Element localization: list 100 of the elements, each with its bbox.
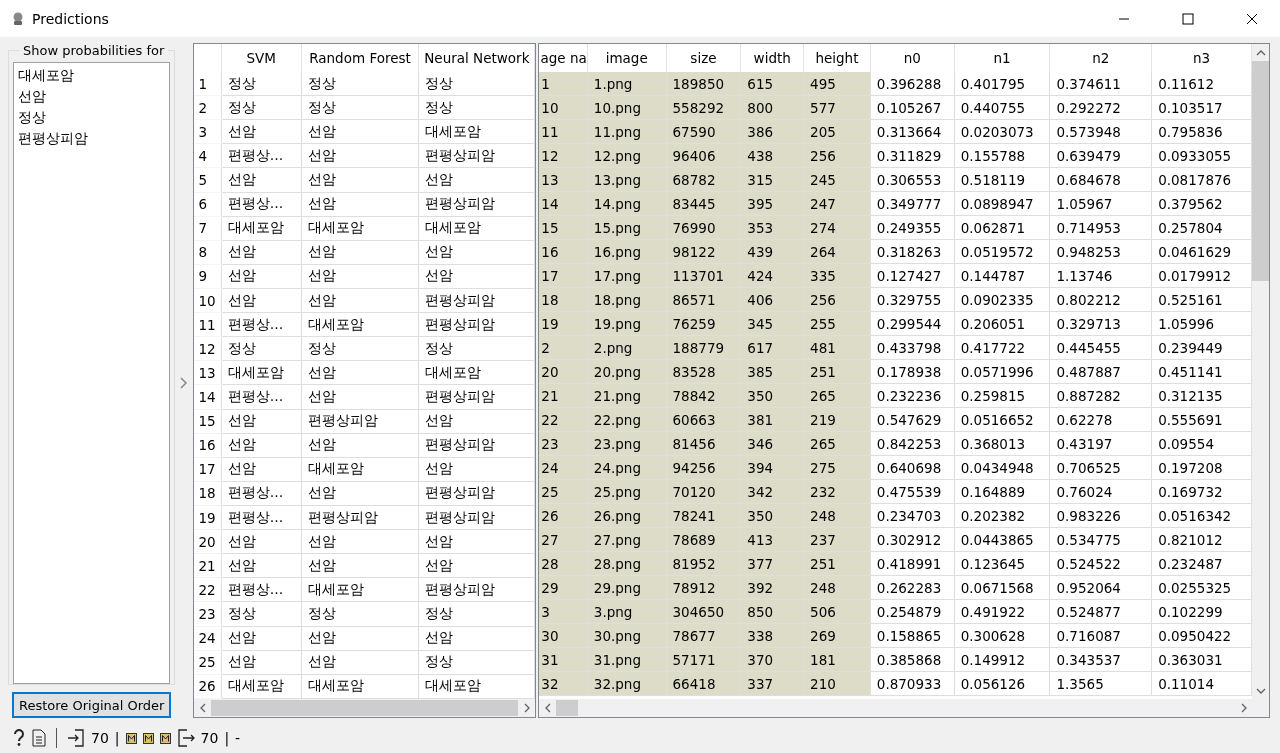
table-cell: 0.379562 [1151, 191, 1252, 216]
table-cell: 선암 [418, 264, 535, 289]
table-cell: 11 [539, 119, 588, 144]
table-cell: 선암 [301, 481, 419, 506]
table-cell: 선암 [301, 553, 419, 578]
table-cell: 0.056126 [954, 671, 1050, 696]
table-cell: 0.714953 [1050, 215, 1152, 240]
vertical-scrollbar[interactable] [1252, 44, 1269, 699]
table-cell: 선암 [418, 553, 535, 578]
table-cell: 10 [539, 95, 588, 120]
column-header[interactable]: size [666, 44, 741, 72]
class-item[interactable]: 선암 [18, 86, 166, 107]
table-cell: 28 [539, 551, 588, 576]
table-cell: 편평상피암 [418, 288, 535, 313]
row-number: 15 [194, 409, 222, 434]
table-cell: 대세포암 [301, 674, 419, 699]
table-cell: 선암 [418, 167, 535, 193]
table-cell: 0.706525 [1050, 455, 1152, 480]
table-cell: 편평상피암 [418, 481, 535, 506]
column-header[interactable]: age na [539, 44, 588, 72]
row-number: 26 [194, 674, 222, 699]
table-cell: 17 [539, 263, 588, 288]
table-cell: 편평상피암 [418, 505, 535, 530]
table-cell: 0.417722 [954, 335, 1050, 360]
table-cell: 선암 [301, 626, 419, 651]
close-icon[interactable] [1246, 12, 1258, 25]
table-cell: 22 [539, 407, 588, 432]
table-cell: 189850 [666, 72, 741, 96]
table-cell: 0.0443865 [954, 527, 1050, 552]
table-cell: 정상 [418, 336, 535, 361]
table-cell: 0.524877 [1050, 599, 1152, 624]
table-cell: 13 [539, 167, 588, 192]
column-header[interactable]: width [740, 44, 804, 72]
table-cell: 0.343537 [1050, 647, 1152, 672]
table-cell: 27 [539, 527, 588, 552]
table-cell: 0.518119 [954, 167, 1050, 192]
scroll-thumb[interactable] [556, 700, 579, 716]
table-cell: 0.103517 [1151, 95, 1252, 120]
table-cell: 1 [539, 72, 588, 96]
horizontal-scrollbar[interactable] [194, 699, 536, 717]
model-icon [125, 732, 137, 744]
help-icon[interactable] [12, 729, 26, 747]
table-cell: 2 [539, 335, 588, 360]
table-cell: 대세포암 [418, 360, 535, 385]
row-number: 11 [194, 312, 222, 337]
row-number: 17 [194, 457, 222, 482]
table-cell: 23 [539, 431, 588, 456]
row-number: 25 [194, 650, 222, 675]
column-header[interactable]: n1 [954, 44, 1050, 72]
column-header[interactable]: Neural Network [418, 44, 535, 72]
table-cell: 선암 [418, 457, 535, 482]
table-cell: 21 [539, 383, 588, 408]
row-number: 14 [194, 384, 222, 410]
restore-order-button[interactable]: Restore Original Order [12, 692, 172, 718]
table-cell: 0.440755 [954, 95, 1050, 120]
row-number: 24 [194, 626, 222, 651]
column-header[interactable]: n2 [1050, 44, 1152, 72]
column-header[interactable]: Random Forest [301, 44, 419, 72]
table-cell: 0.76024 [1050, 479, 1152, 504]
maximize-icon[interactable] [1182, 12, 1194, 25]
scroll-thumb[interactable] [211, 700, 519, 716]
table-cell: 32 [539, 671, 588, 696]
table-cell: 선암 [301, 288, 419, 313]
table-cell: 0.11014 [1151, 671, 1252, 696]
table-cell: 0.149912 [954, 647, 1050, 672]
document-icon[interactable] [32, 729, 46, 747]
column-header[interactable]: n3 [1151, 44, 1252, 72]
table-cell: 편평상피암 [418, 143, 535, 168]
table-cell: 0.0933055 [1151, 143, 1252, 168]
status-message: - [235, 730, 241, 746]
table-cell: 0.0516652 [954, 407, 1050, 432]
table-cell: 0.312135 [1151, 383, 1252, 408]
output-icon [176, 729, 195, 747]
table-cell: 0.62278 [1050, 407, 1152, 432]
column-header[interactable]: image [587, 44, 667, 72]
table-cell: 편평상피암 [418, 577, 535, 602]
table-cell: 0.259815 [954, 383, 1050, 408]
class-item[interactable]: 편평상피암 [18, 128, 166, 149]
column-header[interactable]: n0 [870, 44, 955, 72]
table-cell: 대세포암 [301, 216, 419, 241]
table-cell: 정상 [418, 95, 535, 120]
table-cell: 대세포암 [301, 457, 419, 482]
column-header[interactable]: height [803, 44, 871, 72]
row-number: 16 [194, 433, 222, 458]
class-item[interactable]: 대세포암 [18, 65, 166, 86]
table-cell: 0.300628 [954, 623, 1050, 648]
table-cell: 선암 [301, 264, 419, 289]
table-cell: 편평상피암 [418, 384, 535, 410]
table-cell: 31 [539, 647, 588, 672]
table-cell: 편평상피암 [301, 409, 419, 434]
table-cell: 0.716087 [1050, 623, 1152, 648]
table-cell: 0.983226 [1050, 503, 1152, 528]
table-cell: 대세포암 [418, 119, 535, 144]
class-item[interactable]: 정상 [18, 107, 166, 128]
table-cell: 18 [539, 287, 588, 312]
horizontal-scrollbar[interactable] [539, 699, 1269, 717]
table-cell: 0.206051 [954, 311, 1050, 336]
column-header[interactable]: SVM [221, 44, 302, 72]
scroll-thumb[interactable] [1252, 61, 1269, 281]
table-cell: 정상 [301, 336, 419, 361]
